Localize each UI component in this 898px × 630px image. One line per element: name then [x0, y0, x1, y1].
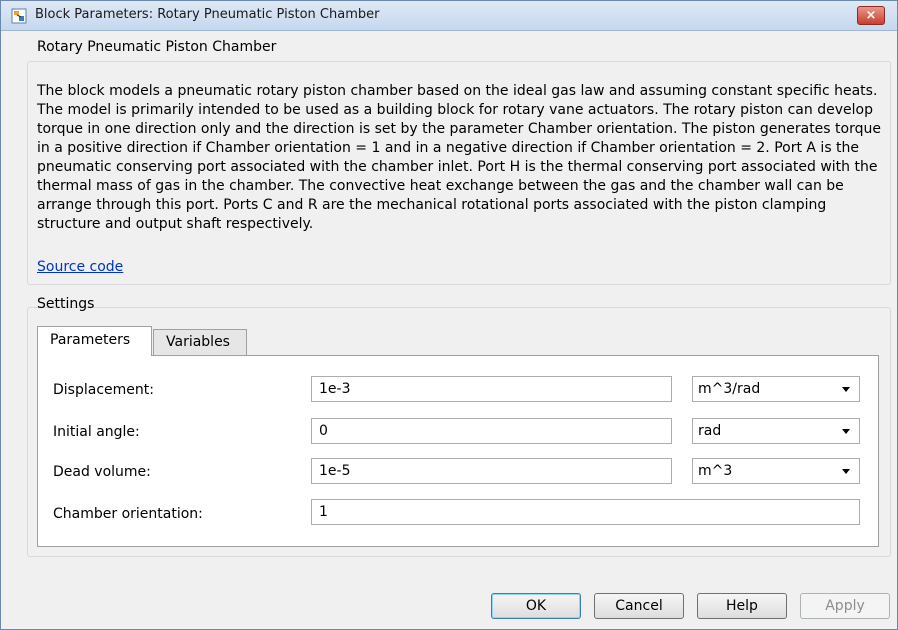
initial-angle-unit-select[interactable]: rad — [692, 418, 860, 444]
settings-group-title: Settings — [37, 296, 95, 312]
window-title: Block Parameters: Rotary Pneumatic Pisto… — [35, 7, 380, 22]
chevron-down-icon — [842, 469, 850, 474]
chamber-orientation-field[interactable]: 1 — [311, 499, 860, 525]
displacement-unit-value: m^3/rad — [698, 381, 761, 397]
displacement-field[interactable]: 1e-3 — [311, 376, 672, 402]
close-button[interactable]: × — [857, 6, 885, 25]
initial-angle-field[interactable]: 0 — [311, 418, 672, 444]
initial-angle-unit-value: rad — [698, 423, 722, 439]
dead-volume-unit-select[interactable]: m^3 — [692, 458, 860, 484]
description-panel: The block models a pneumatic rotary pist… — [27, 61, 891, 285]
title-bar[interactable]: Block Parameters: Rotary Pneumatic Pisto… — [1, 1, 897, 31]
dead-volume-field[interactable]: 1e-5 — [311, 458, 672, 484]
dead-volume-label: Dead volume: — [53, 464, 151, 480]
close-icon: × — [865, 8, 877, 23]
chevron-down-icon — [842, 387, 850, 392]
block-parameters-dialog: Block Parameters: Rotary Pneumatic Pisto… — [0, 0, 898, 630]
parameters-tab-content: Displacement: 1e-3 m^3/rad Initial angle… — [37, 355, 879, 547]
initial-angle-label: Initial angle: — [53, 424, 140, 440]
displacement-unit-select[interactable]: m^3/rad — [692, 376, 860, 402]
tab-variables[interactable]: Variables — [153, 329, 247, 355]
chevron-down-icon — [842, 429, 850, 434]
apply-button[interactable]: Apply — [800, 593, 890, 619]
cancel-button[interactable]: Cancel — [594, 593, 684, 619]
chamber-orientation-label: Chamber orientation: — [53, 506, 203, 522]
help-button[interactable]: Help — [697, 593, 787, 619]
source-code-link[interactable]: Source code — [37, 259, 123, 275]
ok-button[interactable]: OK — [491, 593, 581, 619]
displacement-label: Displacement: — [53, 382, 154, 398]
dead-volume-unit-value: m^3 — [698, 463, 733, 479]
block-description: The block models a pneumatic rotary pist… — [37, 83, 881, 232]
block-parameters-icon — [11, 8, 27, 24]
tab-parameters[interactable]: Parameters — [37, 326, 152, 356]
description-group-title: Rotary Pneumatic Piston Chamber — [37, 39, 277, 55]
